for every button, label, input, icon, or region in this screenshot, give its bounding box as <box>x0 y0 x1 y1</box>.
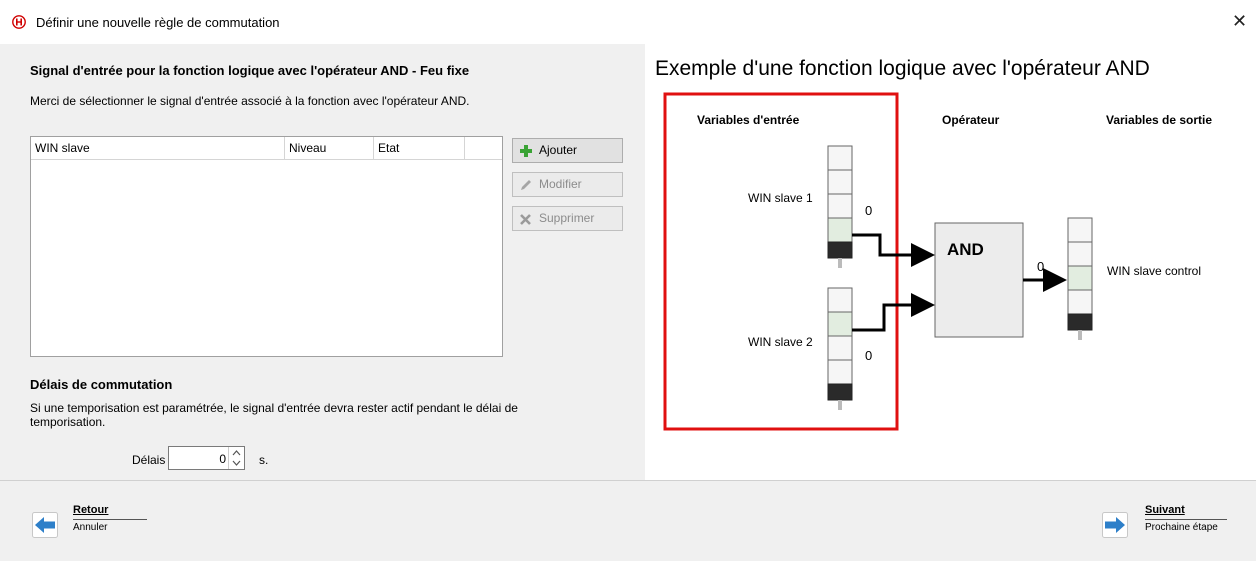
connector-input-2 <box>852 293 935 332</box>
next-arrow-icon <box>1102 512 1128 538</box>
title-bar: Définir une nouvelle règle de commutatio… <box>0 0 1256 44</box>
add-button[interactable]: Ajouter <box>512 138 623 163</box>
add-button-label: Ajouter <box>539 143 578 157</box>
delay-unit: s. <box>259 453 269 467</box>
back-arrow-icon <box>32 512 58 538</box>
header-operator: Opérateur <box>942 113 1000 127</box>
next-label: Suivant <box>1145 504 1185 516</box>
output-value: 0 <box>1037 259 1045 274</box>
table-header: WIN slave Niveau Etat <box>31 137 502 160</box>
inputs-highlight-box <box>663 92 899 431</box>
signal-tower-input-2 <box>827 287 853 410</box>
example-title: Exemple d'une fonction logique avec l'op… <box>655 57 1150 80</box>
input-2-value: 0 <box>865 348 873 363</box>
input-2-label: WIN slave 2 <box>748 335 813 349</box>
delay-description: Si une temporisation est paramétrée, le … <box>30 401 518 429</box>
delete-button[interactable]: Supprimer <box>512 206 623 231</box>
footer-bar <box>0 480 1256 561</box>
delay-heading: Délais de commutation <box>30 377 173 392</box>
delay-label: Délais <box>132 453 166 467</box>
signal-table[interactable]: WIN slave Niveau Etat <box>30 136 503 357</box>
section-heading: Signal d'entrée pour la fonction logique… <box>30 63 470 78</box>
column-header-niveau[interactable]: Niveau <box>285 137 374 159</box>
modify-button-label: Modifier <box>539 177 582 191</box>
column-header-extra[interactable] <box>465 137 502 159</box>
delay-spinner[interactable]: 0 <box>168 446 245 470</box>
app-logo-icon <box>12 15 26 29</box>
instruction-text: Merci de sélectionner le signal d'entrée… <box>30 94 470 108</box>
pencil-icon <box>521 180 531 190</box>
close-icon[interactable]: ✕ <box>1232 12 1247 30</box>
signal-tower-input-1 <box>827 145 853 268</box>
delete-icon <box>520 214 531 225</box>
delay-value: 0 <box>219 452 226 466</box>
output-label: WIN slave control <box>1107 264 1202 278</box>
delete-button-label: Supprimer <box>539 211 595 225</box>
back-button[interactable]: Retour Annuler <box>32 504 147 552</box>
modify-button[interactable]: Modifier <box>512 172 623 197</box>
spinner-arrows[interactable] <box>228 447 244 469</box>
next-sublabel: Prochaine étape <box>1145 522 1218 533</box>
column-header-win-slave[interactable]: WIN slave <box>31 137 285 159</box>
header-input-variables: Variables d'entrée <box>697 113 800 127</box>
and-operator-label: AND <box>947 240 984 259</box>
column-header-etat[interactable]: Etat <box>374 137 465 159</box>
next-divider <box>1145 519 1227 520</box>
connector-input-1 <box>852 233 935 267</box>
spinner-arrows-icon <box>232 450 241 466</box>
window-title: Définir une nouvelle règle de commutatio… <box>36 15 280 30</box>
input-1-label: WIN slave 1 <box>748 191 813 205</box>
header-output-variables: Variables de sortie <box>1106 113 1213 127</box>
back-divider <box>73 519 147 520</box>
input-1-value: 0 <box>865 203 873 218</box>
back-label: Retour <box>73 504 109 516</box>
plus-icon <box>520 145 532 157</box>
signal-tower-output <box>1067 217 1093 340</box>
back-sublabel: Annuler <box>73 522 108 533</box>
next-button[interactable]: Suivant Prochaine étape <box>1102 504 1242 552</box>
